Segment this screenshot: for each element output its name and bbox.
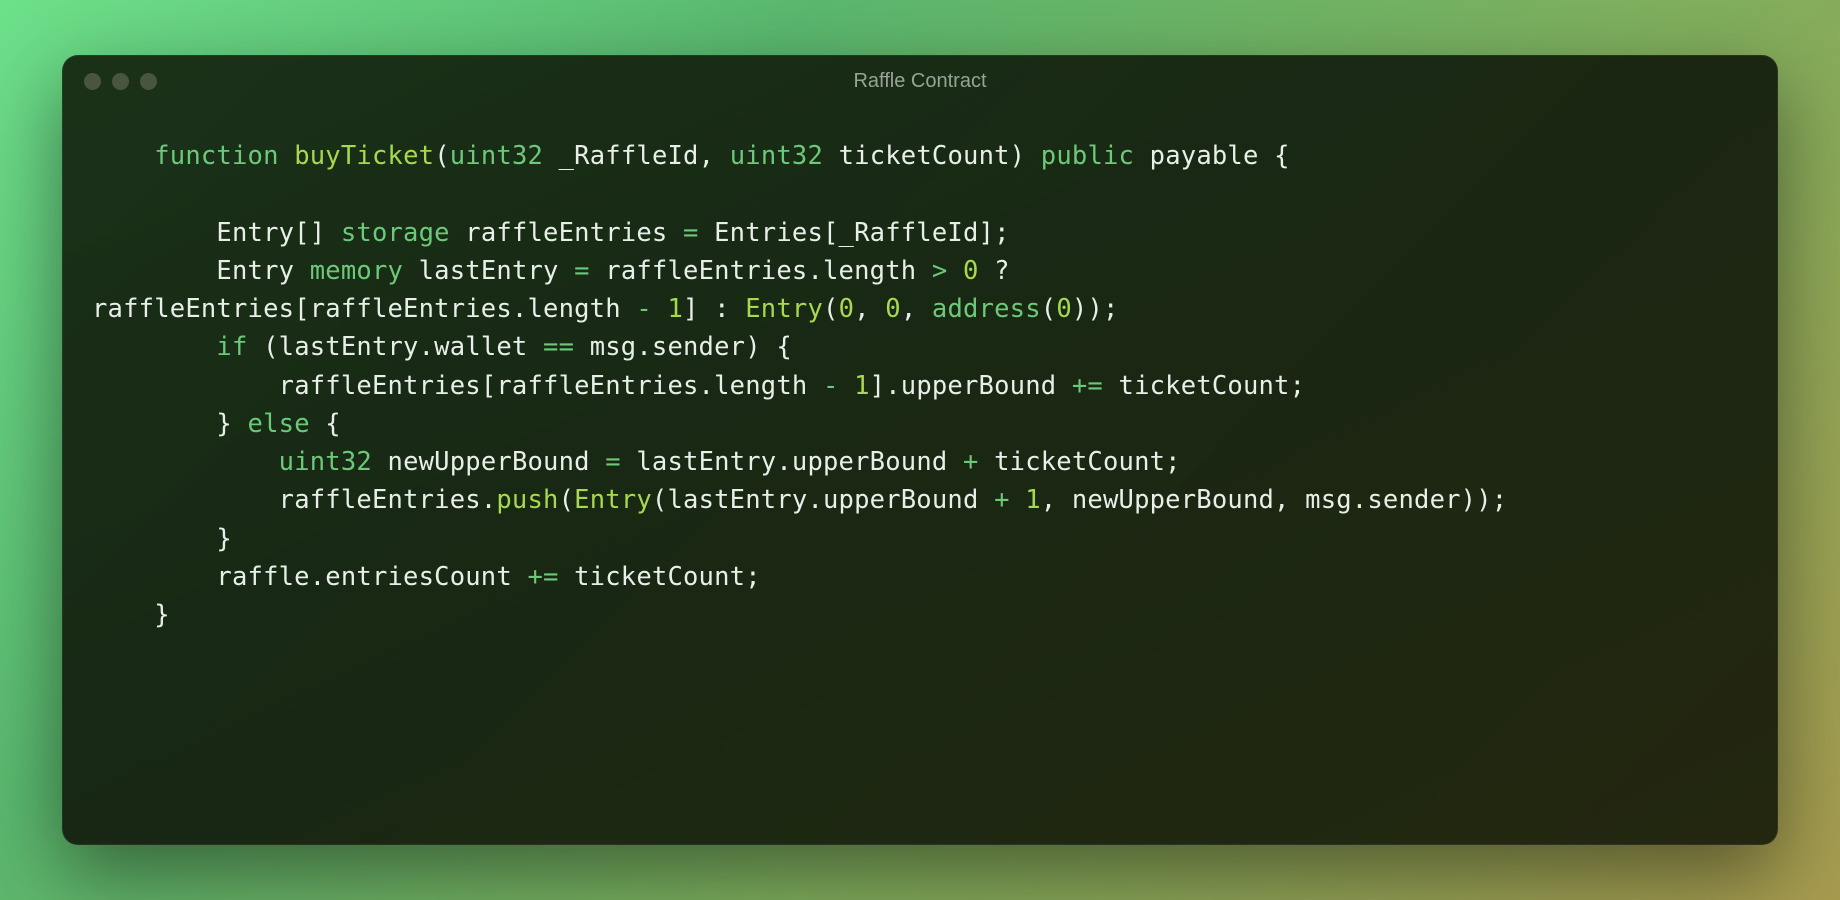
code-token: public [1041,141,1134,171]
code-token: 0 [963,256,979,286]
code-token: , [901,294,932,324]
code-line: function buyTicket(uint32 _RaffleId, uin… [92,141,1290,171]
code-token: ( [559,485,575,515]
code-token: Entry [216,256,309,286]
code-token: newUpperBound [372,447,605,477]
code-token: )); [1072,294,1119,324]
code-token: uint32 [450,141,543,171]
code-token: } [216,409,247,439]
code-token [839,371,855,401]
code-line: Entry memory lastEntry = raffleEntries.l… [92,256,1010,286]
code-token: == [543,332,574,362]
code-line: uint32 newUpperBound = lastEntry.upperBo… [92,447,1181,477]
code-line: if (lastEntry.wallet == msg.sender) { [92,332,792,362]
code-token: uint32 [730,141,823,171]
code-token: 0 [839,294,855,324]
code-token: memory [310,256,403,286]
code-token: ] : [683,294,745,324]
window-controls [84,73,157,90]
code-line: raffleEntries[raffleEntries.length - 1] … [92,294,1119,324]
code-block: function buyTicket(uint32 _RaffleId, uin… [62,107,1778,654]
code-token: ticketCount; [1103,371,1305,401]
code-token: = [683,218,699,248]
code-token: Entries[_RaffleId]; [699,218,1010,248]
code-token: 0 [885,294,901,324]
code-token: Entry [745,294,823,324]
code-line: raffleEntries.push(Entry(lastEntry.upper… [92,485,1507,515]
code-token [652,294,668,324]
code-token: function [154,141,294,171]
code-token: raffle.entriesCount [216,562,527,592]
titlebar: Raffle Contract [62,55,1778,107]
code-token: > [932,256,948,286]
code-token: ].upperBound [870,371,1072,401]
code-token: raffleEntries [450,218,683,248]
code-token: lastEntry [403,256,574,286]
code-token: ? [979,256,1010,286]
code-line: } [92,600,170,630]
code-token: raffleEntries.length [590,256,932,286]
code-token: raffleEntries[raffleEntries.length [279,371,823,401]
code-token: _RaffleId, [543,141,730,171]
code-token: address [932,294,1041,324]
code-token: (lastEntry.upperBound [652,485,994,515]
code-token: raffleEntries[raffleEntries.length [92,294,636,324]
code-token: lastEntry.upperBound [621,447,963,477]
code-line: } else { [92,409,341,439]
code-token [1010,485,1026,515]
code-token: += [1072,371,1103,401]
code-token: push [496,485,558,515]
code-token: raffleEntries. [279,485,497,515]
code-token: 1 [854,371,870,401]
minimize-icon[interactable] [112,73,129,90]
code-token: 1 [667,294,683,324]
code-line: Entry[] storage raffleEntries = Entries[… [92,218,1010,248]
code-token: - [823,371,839,401]
code-token: ( [823,294,839,324]
code-token: ( [434,141,450,171]
code-token: { [310,409,341,439]
code-token: = [605,447,621,477]
maximize-icon[interactable] [140,73,157,90]
code-token: = [574,256,590,286]
code-token: payable { [1134,141,1290,171]
code-line: raffle.entriesCount += ticketCount; [92,562,761,592]
code-token: ticketCount; [979,447,1181,477]
code-window: Raffle Contract function buyTicket(uint3… [62,55,1778,845]
code-token: else [248,409,310,439]
code-token: , newUpperBound, msg.sender)); [1041,485,1508,515]
close-icon[interactable] [84,73,101,90]
code-token: } [216,524,232,554]
code-token: uint32 [279,447,372,477]
code-token: buyTicket [294,141,434,171]
code-token: (lastEntry.wallet [248,332,544,362]
code-token: , [854,294,885,324]
code-token: += [527,562,558,592]
code-token: Entry[] [216,218,340,248]
window-title: Raffle Contract [62,70,1778,93]
code-token: + [994,485,1010,515]
code-token: 0 [1056,294,1072,324]
code-token: ( [1041,294,1057,324]
code-token [947,256,963,286]
code-token: ticketCount; [559,562,761,592]
code-token: } [154,600,170,630]
code-token: storage [341,218,450,248]
code-token: msg.sender) { [574,332,792,362]
code-token: Entry [574,485,652,515]
code-token: + [963,447,979,477]
code-token: - [636,294,652,324]
code-line: raffleEntries[raffleEntries.length - 1].… [92,371,1305,401]
code-token: if [216,332,247,362]
code-token: 1 [1025,485,1041,515]
code-token: ticketCount) [823,141,1041,171]
code-line: } [92,524,232,554]
